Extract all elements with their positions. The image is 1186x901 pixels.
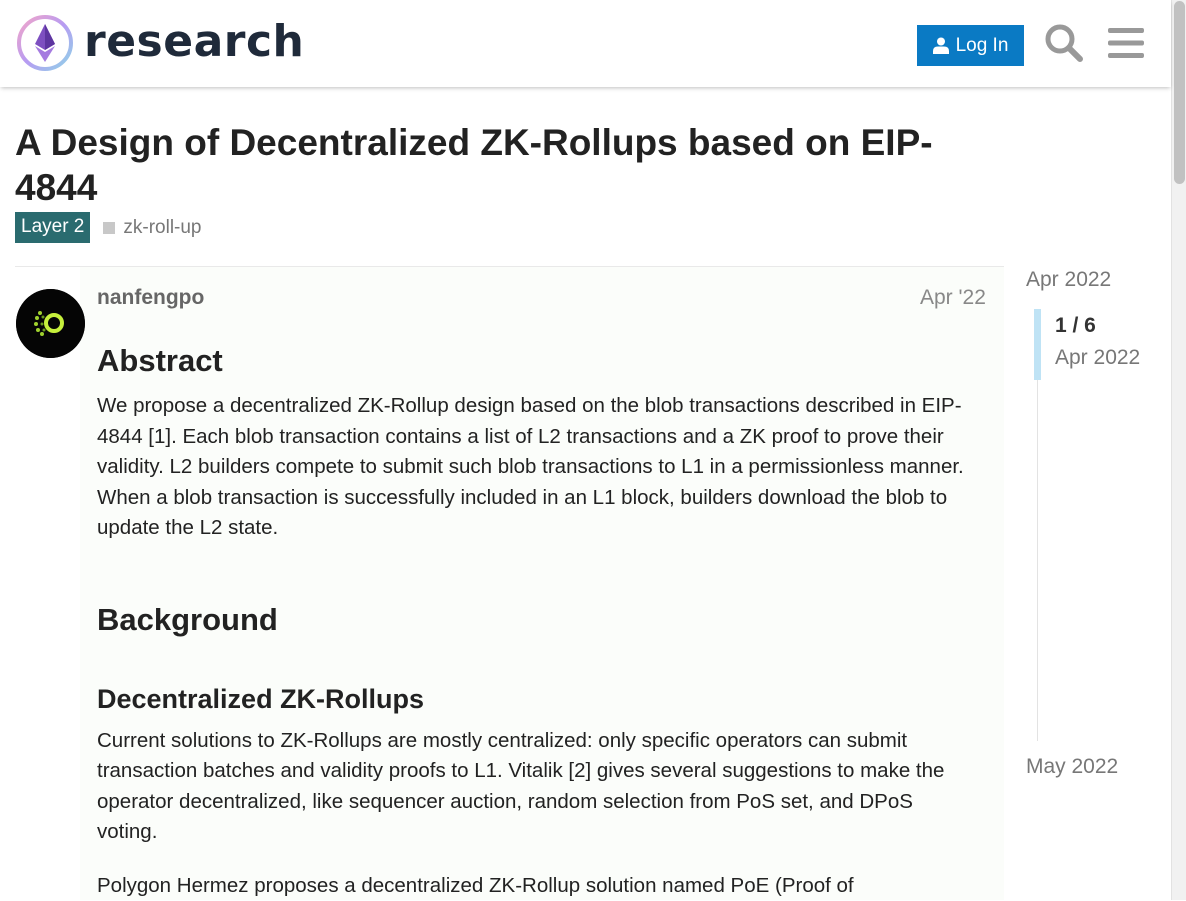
search-icon[interactable] bbox=[1041, 20, 1087, 66]
site-logo[interactable]: research bbox=[16, 14, 74, 72]
timeline-post-count: 1 / 6 bbox=[1055, 314, 1096, 338]
page-scrollbar[interactable] bbox=[1171, 0, 1186, 900]
topic-title[interactable]: A Design of Decentralized ZK-Rollups bas… bbox=[15, 120, 1005, 210]
timeline-end-date[interactable]: May 2022 bbox=[1026, 755, 1118, 779]
post-body: Abstract We propose a decentralized ZK-R… bbox=[97, 340, 977, 901]
site-header: research Log In bbox=[0, 0, 1171, 87]
tag-zk-roll-up[interactable]: zk-roll-up bbox=[103, 217, 201, 239]
site-name: research bbox=[84, 16, 304, 68]
login-label: Log In bbox=[956, 35, 1009, 57]
avatar[interactable] bbox=[16, 289, 85, 358]
timeline-current-date: Apr 2022 bbox=[1055, 346, 1140, 370]
heading-background: Background bbox=[97, 599, 977, 641]
heading-abstract: Abstract bbox=[97, 340, 977, 382]
user-icon bbox=[933, 37, 949, 54]
heading-decentralized-zk-rollups: Decentralized ZK-Rollups bbox=[97, 681, 977, 717]
login-button[interactable]: Log In bbox=[917, 25, 1024, 66]
paragraph-decentralized: Current solutions to ZK-Rollups are most… bbox=[97, 726, 977, 848]
topic-tags: Layer 2 zk-roll-up bbox=[15, 212, 202, 243]
paragraph-abstract: We propose a decentralized ZK-Rollup des… bbox=[97, 391, 977, 544]
ethereum-research-logo-icon bbox=[16, 14, 74, 72]
tag-square-icon bbox=[103, 222, 115, 234]
scrollbar-thumb[interactable] bbox=[1174, 1, 1185, 184]
post-author[interactable]: nanfengpo bbox=[97, 286, 204, 310]
post-date[interactable]: Apr '22 bbox=[920, 286, 986, 310]
category-badge[interactable]: Layer 2 bbox=[15, 212, 90, 243]
avatar-image bbox=[16, 289, 85, 358]
paragraph-polygon: Polygon Hermez proposes a decentralized … bbox=[97, 871, 977, 901]
tag-label: zk-roll-up bbox=[123, 217, 201, 239]
timeline-start-date[interactable]: Apr 2022 bbox=[1026, 268, 1111, 292]
timeline-handle[interactable] bbox=[1034, 309, 1041, 380]
hamburger-menu-icon[interactable] bbox=[1103, 20, 1149, 66]
